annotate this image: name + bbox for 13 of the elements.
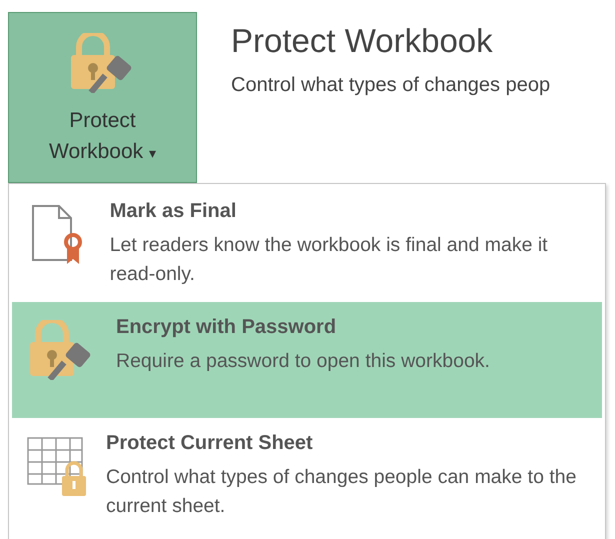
menu-item-description: Require a password to open this workbook.	[116, 349, 490, 374]
menu-item[interactable]: Encrypt with Password Require a password to open this workbook.	[12, 302, 602, 418]
section-title: Protect Workbook	[231, 22, 494, 60]
section-description: Control what types of changes peop	[231, 74, 550, 97]
menu-item-description: Control what types of changes people can make to the current sheet.	[106, 465, 578, 519]
menu-item-title: Encrypt with Password	[116, 316, 338, 339]
menu-item-title: Protect Current Sheet	[106, 432, 314, 455]
protect-workbook-button[interactable]: Protect Workbook ▾	[8, 12, 197, 183]
menu-item-title: Mark as Final	[110, 200, 238, 223]
menu-item[interactable]: Mark as Final Let readers know the workbook is final and make it read-only.	[12, 186, 602, 302]
locked-sheet-icon	[26, 436, 88, 498]
menu-item-description: Let readers know the workbook is final and make it read-only.	[110, 233, 549, 287]
menu-item[interactable]: Protect Current Sheet Control what types of changes people can make to the current sheet.	[12, 418, 602, 534]
